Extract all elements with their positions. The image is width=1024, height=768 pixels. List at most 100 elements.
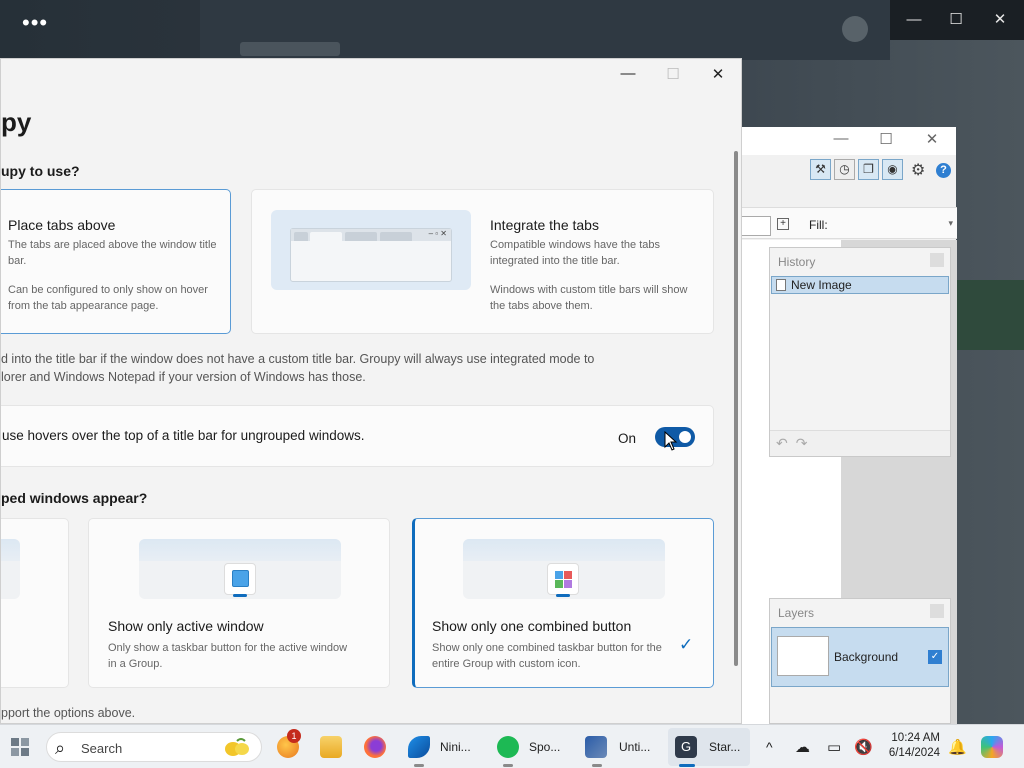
layer-visibility-checkbox[interactable]: ✓ [928, 650, 942, 664]
option-show-active-window[interactable]: Show only active window Only show a task… [88, 518, 390, 688]
option-title: Integrate the tabs [490, 217, 599, 233]
page-title: py [1, 107, 32, 137]
option-place-tabs-above[interactable]: Place tabs above The tabs are placed abo… [1, 189, 231, 334]
background-blur [955, 280, 1024, 350]
search-icon: ⌕ [55, 738, 66, 758]
scrollbar[interactable] [734, 151, 738, 666]
paint-maximize-button[interactable]: ☐ [876, 130, 896, 148]
paint-icon [585, 736, 607, 758]
start-button[interactable] [10, 735, 32, 759]
history-controls-buttons: ↶ ↷ [776, 435, 807, 452]
help-icon[interactable]: ? [936, 163, 951, 178]
copilot-button[interactable] [981, 735, 1003, 759]
taskbar-mode-question: ped windows appear? [1, 490, 148, 506]
groupy-settings-window: — ☐ ✕ py upy to use? Place tabs above Th… [0, 58, 742, 724]
history-item[interactable]: New Image [771, 276, 949, 294]
history-panel: History New Image ↶ ↷ [769, 247, 951, 457]
panel-close-button[interactable] [930, 604, 944, 618]
plus-icon[interactable]: + [777, 218, 789, 230]
taskbar-app-label: Spo... [529, 740, 561, 754]
tool-options-bar: + Fill: ▾ [741, 207, 957, 239]
tool-size-input[interactable] [741, 216, 771, 236]
layer-thumbnail [777, 636, 829, 676]
settings-gear-icon[interactable]: ⚙ [911, 160, 925, 180]
checkmark-icon: ✓ [679, 635, 694, 654]
windows-start-icon [11, 738, 29, 756]
taskbar-search[interactable]: ⌕ Search [46, 732, 262, 762]
maximize-button[interactable]: ☐ [944, 8, 968, 32]
spotify-icon [497, 736, 519, 758]
volume-icon[interactable]: 🔇 [854, 735, 873, 759]
date: 6/14/2024 [888, 747, 940, 759]
taskbar-app-browser[interactable]: 1 [277, 729, 301, 759]
taskbar-app-firefox[interactable] [364, 735, 386, 759]
minimize-button[interactable]: — [902, 8, 926, 32]
taskbar-app-paint[interactable]: Unti... [585, 735, 650, 759]
option-title: Show only one combined button [432, 618, 632, 634]
taskbar-clock[interactable]: 10:24 AM 6/14/2024 [884, 731, 940, 761]
tab-mode-question: upy to use? [1, 163, 80, 179]
layer-row[interactable]: Background ✓ [771, 627, 949, 687]
integrated-mode-note: lorer and Windows Notepad if your versio… [1, 370, 366, 384]
active-indicator [556, 594, 570, 597]
option-description: Compatible windows have the tabs integra… [490, 239, 660, 267]
close-button[interactable]: ✕ [988, 8, 1012, 32]
paint-minimize-button[interactable]: — [831, 130, 851, 147]
illustration-strip [463, 539, 665, 561]
tools-icon[interactable]: ⚒ [810, 159, 831, 180]
running-indicator [592, 764, 602, 767]
taskbar-app-file-explorer[interactable] [320, 735, 342, 759]
display-icon[interactable]: ▭ [827, 735, 841, 759]
expand-icon[interactable]: ▾ [948, 218, 953, 229]
show-hidden-icons-button[interactable]: ^ [766, 735, 773, 759]
document-icon [776, 279, 786, 291]
taskbar-app-label: Nini... [440, 740, 471, 754]
running-indicator [503, 764, 513, 767]
taskbar-app-groupy[interactable]: G Star... [675, 735, 740, 759]
running-indicator [414, 764, 424, 767]
taskbar-illustration [463, 539, 665, 599]
background-avatar [842, 16, 868, 42]
layers-icon[interactable]: ❐ [858, 159, 879, 180]
paint-toolbar: ⚒ ◷ ❐ ◉ [810, 159, 903, 180]
integrated-mode-note: d into the title bar if the window does … [1, 352, 595, 366]
option-taskbar-all-windows[interactable] [1, 518, 69, 688]
taskbar-app-ninite[interactable]: Nini... [408, 735, 471, 759]
option-title: Place tabs above [8, 217, 116, 233]
more-options-icon[interactable]: ••• [22, 10, 48, 36]
taskbar-app-spotify[interactable]: Spo... [497, 735, 560, 759]
paint-close-button[interactable]: ✕ [922, 130, 942, 148]
toggle-knob [679, 431, 691, 443]
hover-setting-label: use hovers over the top of a title bar f… [2, 428, 365, 443]
option-integrate-tabs[interactable]: – ▫ ✕ Integrate the tabs Compatible wind… [251, 189, 714, 334]
hover-setting-card: use hovers over the top of a title bar f… [1, 405, 714, 467]
layer-name: Background [834, 650, 899, 664]
background-blur [240, 42, 340, 56]
minimize-button[interactable]: — [613, 65, 643, 85]
folder-icon [320, 736, 342, 758]
taskbar: ⌕ Search 1 Nini... Spo... Unti... G Star… [0, 724, 1024, 768]
maximize-button[interactable]: ☐ [658, 65, 688, 85]
redo-icon[interactable]: ↷ [796, 435, 808, 452]
layers-panel: Layers Background ✓ [769, 598, 951, 724]
taskbar-app-label: Star... [709, 740, 741, 754]
history-icon[interactable]: ◷ [834, 159, 855, 180]
ninite-icon [408, 736, 430, 758]
search-highlight-icon [225, 738, 249, 756]
option-description: Only show a taskbar button for the activ… [108, 642, 348, 670]
taskbar-app-label: Unti... [619, 740, 651, 754]
option-show-combined-button[interactable]: Show only one combined button Show only … [412, 518, 714, 688]
undo-icon[interactable]: ↶ [776, 435, 788, 452]
option-title: Show only active window [108, 618, 264, 634]
panel-close-button[interactable] [930, 253, 944, 267]
notification-badge: 1 [287, 729, 301, 743]
colors-icon[interactable]: ◉ [882, 159, 903, 180]
footer-note: pport the options above. [1, 706, 136, 720]
search-placeholder: Search [81, 741, 123, 756]
option-description: Windows with custom title bars will show… [490, 284, 688, 312]
close-button[interactable]: ✕ [703, 65, 733, 85]
notification-bell-icon[interactable]: 🔔 [948, 735, 967, 759]
history-panel-title: History [778, 255, 816, 269]
onedrive-icon[interactable]: ☁ [795, 735, 810, 759]
illustration-strip [1, 539, 20, 561]
